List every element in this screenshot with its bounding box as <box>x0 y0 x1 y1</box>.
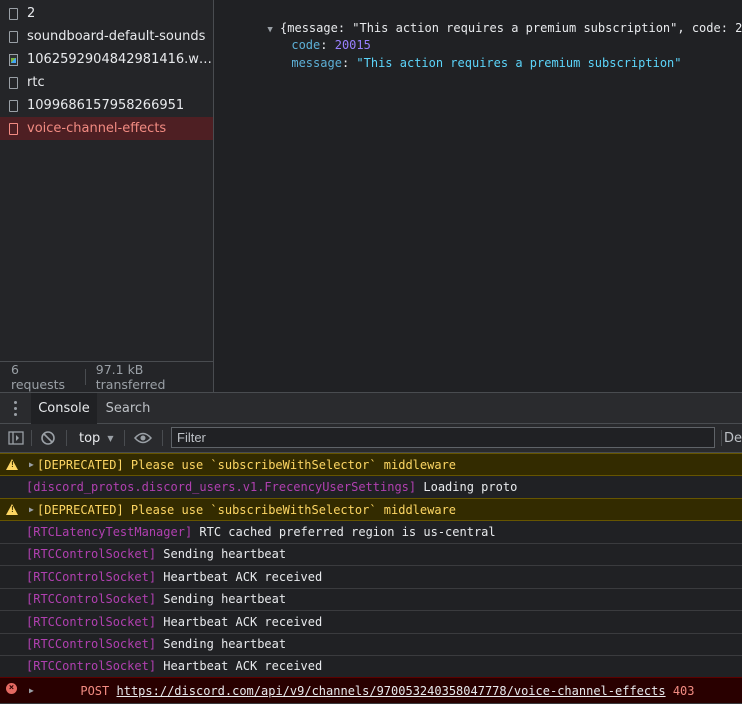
message-tag: [RTCLatencyTestManager] <box>26 525 193 539</box>
message-tag: [discord_protos.discord_users.v1.Frecenc… <box>26 480 417 494</box>
request-row[interactable]: rtc <box>0 71 213 94</box>
message-text: Sending heartbeat <box>163 592 287 606</box>
console-message[interactable]: [RTCControlSocket] Sending heartbeat <box>0 588 742 611</box>
warning-icon <box>6 459 18 470</box>
property-key: message <box>291 56 342 70</box>
tab-search[interactable]: Search <box>97 393 159 424</box>
more-options-icon[interactable] <box>14 401 18 417</box>
request-list: 2 soundboard-default-sounds 106259290484… <box>0 0 214 392</box>
divider <box>66 430 67 446</box>
expand-triangle-icon[interactable]: ▶ <box>29 460 34 469</box>
request-name: 1062592904842981416.webp… <box>27 52 213 67</box>
context-selector[interactable]: top ▼ <box>79 424 113 452</box>
chevron-down-icon: ▼ <box>107 433 114 443</box>
status-code: 403 <box>672 683 695 698</box>
console-message[interactable]: [RTCControlSocket] Sending heartbeat <box>0 543 742 566</box>
clear-console-icon[interactable] <box>40 424 56 452</box>
eye-icon[interactable] <box>134 424 152 452</box>
property-value: "This action requires a premium subscrip… <box>356 56 682 70</box>
request-name: soundboard-default-sounds <box>27 29 206 44</box>
console-message[interactable]: [RTCControlSocket] Heartbeat ACK receive… <box>0 655 742 678</box>
request-name: voice-channel-effects <box>27 121 167 136</box>
message-tag: [RTCControlSocket] <box>26 570 157 584</box>
message-tag: [RTCControlSocket] <box>26 592 157 606</box>
context-label: top <box>79 430 101 446</box>
request-row[interactable]: soundboard-default-sounds <box>0 25 213 48</box>
message-text: Loading proto <box>423 480 518 494</box>
console-message-warning[interactable]: ▶ [DEPRECATED] Please use `subscribeWith… <box>0 453 742 476</box>
filter-input-box[interactable] <box>171 427 715 448</box>
console-message[interactable]: [RTCControlSocket] Sending heartbeat <box>0 633 742 656</box>
request-row[interactable]: 1099686157958266951 <box>0 94 213 117</box>
message-text: Heartbeat ACK received <box>163 570 323 584</box>
message-tag: [RTCControlSocket] <box>26 547 157 561</box>
console-message-error[interactable]: × ▶ POST https://discord.com/api/v9/chan… <box>0 677 742 704</box>
console-message[interactable]: [discord_protos.discord_users.v1.Frecenc… <box>0 476 742 499</box>
message-text: Heartbeat ACK received <box>163 615 323 629</box>
error-icon: × <box>6 683 17 694</box>
message-text: [DEPRECATED] Please use `subscribeWithSe… <box>37 502 457 517</box>
divider <box>124 430 125 446</box>
console-message[interactable]: [RTCControlSocket] Heartbeat ACK receive… <box>0 566 742 589</box>
document-icon <box>9 30 18 43</box>
document-icon <box>9 7 18 20</box>
message-text: Sending heartbeat <box>163 547 287 561</box>
request-name: 1099686157958266951 <box>27 98 185 113</box>
expand-triangle-icon[interactable]: ▶ <box>29 686 34 695</box>
console-message-warning[interactable]: ▶ [DEPRECATED] Please use `subscribeWith… <box>0 498 742 521</box>
filter-input[interactable] <box>172 428 714 447</box>
console-message[interactable]: [RTCControlSocket] Heartbeat ACK receive… <box>0 611 742 634</box>
divider <box>31 430 32 446</box>
divider <box>721 430 722 446</box>
request-method: POST <box>80 683 110 698</box>
log-levels-dropdown[interactable]: Def <box>724 424 742 452</box>
request-name: rtc <box>27 75 45 90</box>
message-text: Sending heartbeat <box>163 637 287 651</box>
sidebar-toggle-icon[interactable] <box>8 424 24 452</box>
message-tag: [RTCControlSocket] <box>26 615 157 629</box>
message-tag: [RTCControlSocket] <box>26 637 157 651</box>
console-message[interactable]: [RTCLatencyTestManager] RTC cached prefe… <box>0 521 742 544</box>
warning-icon <box>6 504 18 515</box>
request-count: 6 requests <box>11 362 66 392</box>
network-panel: 2 soundboard-default-sounds 106259290484… <box>0 0 742 392</box>
tab-console[interactable]: Console <box>31 393 97 424</box>
message-text: [DEPRECATED] Please use `subscribeWithSe… <box>37 457 457 472</box>
request-row-selected[interactable]: voice-channel-effects <box>0 117 213 140</box>
property-message: message: "This action requires a premium… <box>291 56 682 70</box>
document-icon <box>9 99 18 112</box>
message-text: Heartbeat ACK received <box>163 659 323 673</box>
response-preview: ▼ {message: "This action requires a prem… <box>215 0 742 392</box>
request-name: 2 <box>27 6 36 21</box>
request-url-link[interactable]: https://discord.com/api/v9/channels/9700… <box>117 684 666 698</box>
message-text: RTC cached preferred region is us-centra… <box>199 525 496 539</box>
divider <box>84 369 86 385</box>
expand-triangle-icon[interactable]: ▶ <box>29 505 34 514</box>
network-summary-bar: 6 requests 97.1 kB transferred <box>0 361 213 392</box>
document-icon <box>9 122 18 135</box>
console-toolbar: top ▼ Def <box>0 424 742 453</box>
image-icon <box>9 53 18 66</box>
document-icon <box>9 76 18 89</box>
drawer-tab-bar: Console Search <box>0 392 742 424</box>
request-row[interactable]: 2 <box>0 2 213 25</box>
divider <box>162 430 163 446</box>
message-tag: [RTCControlSocket] <box>26 659 157 673</box>
transfer-size: 97.1 kB transferred <box>95 362 166 392</box>
request-row[interactable]: 1062592904842981416.webp… <box>0 48 213 71</box>
